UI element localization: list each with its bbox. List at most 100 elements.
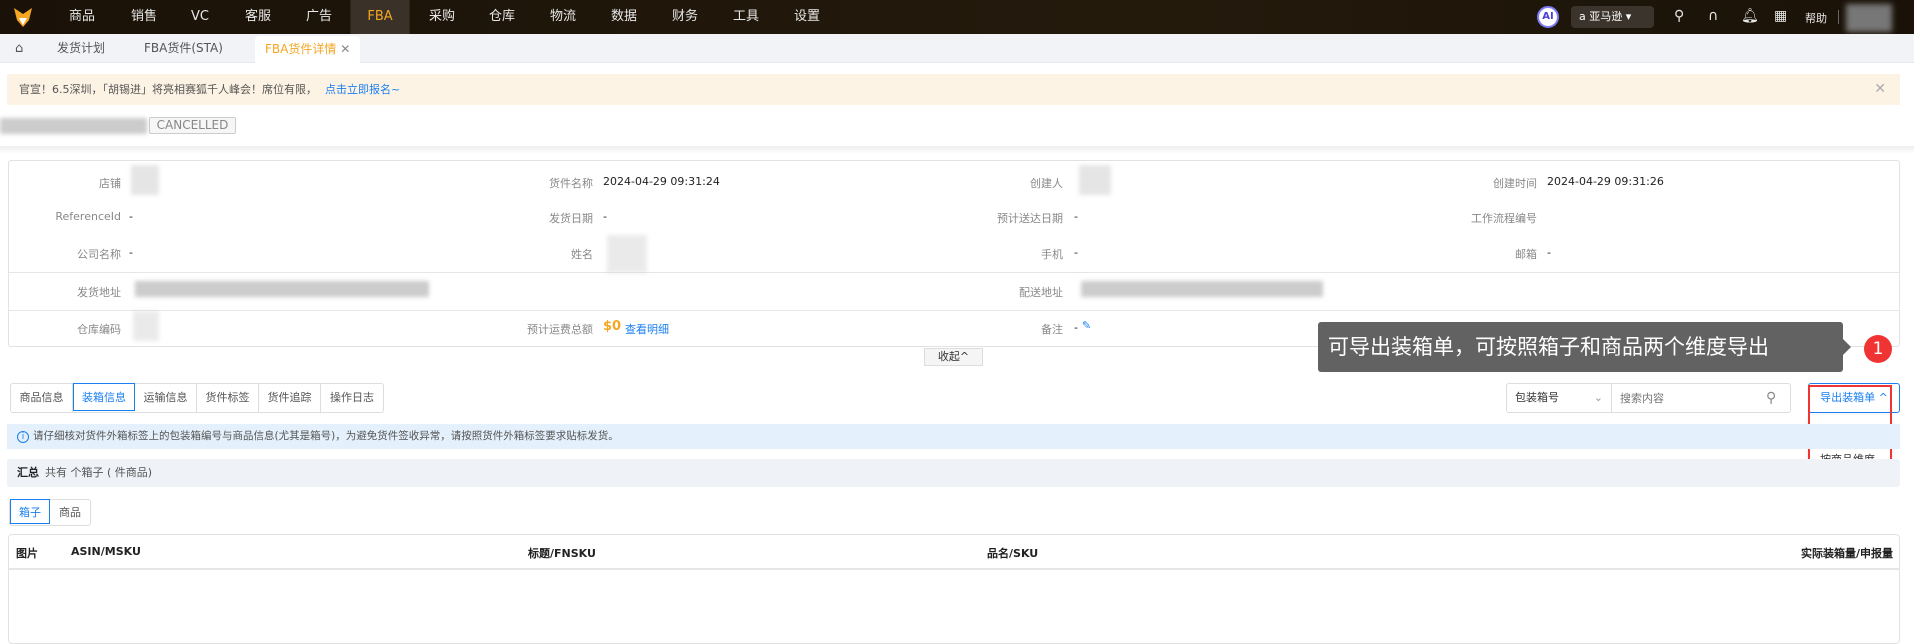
apps-grid-icon[interactable]: ▦: [1774, 8, 1787, 24]
workflow-label: 工作流程编号: [1471, 212, 1537, 225]
nav-item-settings[interactable]: 设置: [794, 0, 820, 34]
ship-date-value: -: [603, 210, 607, 223]
info-alert: i 请仔细核对货件外箱标签上的包装箱编号与商品信息(尤其是箱号)，为避免货件签收异…: [7, 424, 1900, 449]
tab-shipping-plan[interactable]: 发货计划: [57, 34, 105, 63]
summary-bar: 汇总 共有 个箱子 ( 件商品): [7, 459, 1900, 487]
collapse-button[interactable]: 收起^: [924, 348, 983, 366]
tab-products[interactable]: 商品: [50, 500, 90, 525]
phone-label: 手机: [1041, 248, 1063, 261]
home-icon[interactable]: ⌂: [15, 34, 23, 63]
view-details-link[interactable]: 查看明细: [625, 321, 669, 337]
announcement-banner: 官宣！6.5深圳，「胡锡进」将亮相赛狐千人峰会！席位有限， 点击立即报名~ ✕: [7, 74, 1900, 105]
info-text: 请仔细核对货件外箱标签上的包装箱编号与商品信息(尤其是箱号)，为避免货件签收异常…: [33, 430, 619, 442]
top-nav: 商品 销售 VC 客服 广告 FBA 采购 仓库 物流 数据 财务 工具 设置 …: [0, 0, 1914, 34]
tab-fba-shipment-detail[interactable]: FBA货件详情 ✕: [255, 36, 361, 63]
shipment-name-label: 货件名称: [549, 177, 593, 190]
tab-packing-info[interactable]: 装箱信息: [73, 383, 135, 411]
tab-product-info[interactable]: 商品信息: [11, 384, 73, 412]
nav-item-finance[interactable]: 财务: [672, 0, 698, 34]
name-value-redacted: [607, 235, 647, 273]
close-icon[interactable]: ✕: [340, 42, 350, 56]
help-link[interactable]: 帮助: [1805, 10, 1827, 26]
search-icon[interactable]: ⚲: [1674, 8, 1684, 24]
remark-value: -: [1074, 321, 1078, 334]
tab-boxes[interactable]: 箱子: [10, 499, 50, 524]
nav-item-fba[interactable]: FBA: [350, 0, 410, 34]
fee-label: 预计运费总额: [527, 323, 593, 336]
nav-item-warehouse[interactable]: 仓库: [489, 0, 515, 34]
summary-text: 共有 个箱子 ( 件商品): [45, 466, 153, 479]
column-header-name-sku: 品名/SKU: [987, 547, 1039, 560]
column-header-image: 图片: [16, 547, 38, 560]
nav-item-data[interactable]: 数据: [611, 0, 637, 34]
search-input[interactable]: [1612, 384, 1766, 412]
shipment-details-panel: 店铺 货件名称 2024-04-29 09:31:24 创建人 创建时间 202…: [8, 160, 1900, 347]
avatar[interactable]: [1846, 4, 1892, 32]
company-label: 公司名称: [77, 248, 121, 261]
divider: [9, 310, 1899, 311]
shipment-name-value: 2024-04-29 09:31:24: [603, 175, 720, 188]
store-label: 店铺: [99, 177, 121, 190]
page-tabs-bar: ⌂ 发货计划 FBA货件(STA) FBA货件详情 ✕: [0, 34, 1914, 63]
ship-date-label: 发货日期: [549, 212, 593, 225]
headset-icon[interactable]: ∩: [1708, 8, 1718, 24]
boxes-table: 图片 ASIN/MSKU 标题/FNSKU 品名/SKU 实际装箱量/申报量: [8, 534, 1900, 644]
search-group: 包装箱号 ⌄ ⚲: [1506, 383, 1791, 413]
caret-down-icon: ▾: [1622, 10, 1632, 23]
reference-id-label: ReferenceId: [55, 210, 121, 223]
annotation-tooltip: 可导出装箱单，可按照箱子和商品两个维度导出: [1318, 322, 1851, 372]
eta-value: -: [1074, 210, 1078, 223]
status-badge: CANCELLED: [149, 117, 236, 134]
edit-icon[interactable]: ✎: [1082, 319, 1091, 332]
search-field-select[interactable]: 包装箱号 ⌄: [1507, 384, 1612, 412]
phone-value: -: [1074, 246, 1078, 259]
nav-item-vc[interactable]: VC: [191, 0, 209, 34]
nav-item-products[interactable]: 商品: [69, 0, 95, 34]
platform-label: 亚马逊: [1589, 10, 1623, 23]
step-badge: 1: [1864, 335, 1892, 363]
created-time-label: 创建时间: [1493, 177, 1537, 190]
tab-transport-info[interactable]: 运输信息: [135, 384, 197, 412]
ship-to-redacted: [1081, 281, 1323, 297]
tab-operation-log[interactable]: 操作日志: [321, 384, 383, 412]
select-value: 包装箱号: [1515, 391, 1559, 404]
remark-label: 备注: [1041, 323, 1063, 336]
close-icon[interactable]: ✕: [1874, 74, 1886, 105]
tab-shipment-tracking[interactable]: 货件追踪: [259, 384, 321, 412]
table-header: 图片 ASIN/MSKU 标题/FNSKU 品名/SKU 实际装箱量/申报量: [9, 535, 1899, 570]
amazon-icon: a: [1579, 10, 1590, 23]
fee-value: $0: [603, 319, 622, 334]
ai-button[interactable]: AI: [1537, 6, 1559, 28]
ship-from-redacted: [135, 281, 429, 297]
warehouse-code-label: 仓库编码: [77, 323, 121, 336]
nav-item-service[interactable]: 客服: [245, 0, 271, 34]
created-time-value: 2024-04-29 09:31:26: [1547, 175, 1664, 188]
eta-label: 预计送达日期: [997, 212, 1063, 225]
detail-tabs: 商品信息 装箱信息 运输信息 货件标签 货件追踪 操作日志: [10, 383, 384, 413]
warehouse-code-redacted: [133, 311, 159, 341]
tab-fba-shipment-sta[interactable]: FBA货件(STA): [144, 34, 223, 63]
info-icon: i: [17, 431, 29, 443]
creator-value-redacted: [1079, 165, 1111, 195]
fox-logo-icon[interactable]: [12, 6, 34, 28]
nav-item-tools[interactable]: 工具: [733, 0, 759, 34]
shipment-id-redacted: [0, 118, 147, 134]
nav-item-sales[interactable]: 销售: [131, 0, 157, 34]
creator-label: 创建人: [1030, 177, 1063, 190]
nav-item-ads[interactable]: 广告: [306, 0, 332, 34]
nav-item-logistics[interactable]: 物流: [550, 0, 576, 34]
reference-id-value: -: [129, 210, 133, 223]
divider: [1838, 10, 1839, 24]
register-link[interactable]: 点击立即报名~: [325, 83, 400, 96]
search-icon[interactable]: ⚲: [1766, 384, 1790, 412]
tab-shipment-labels[interactable]: 货件标签: [197, 384, 259, 412]
nav-item-purchase[interactable]: 采购: [429, 0, 455, 34]
platform-selector[interactable]: a 亚马逊 ▾: [1571, 6, 1654, 28]
banner-text: 官宣！6.5深圳，「胡锡进」将亮相赛狐千人峰会！席位有限，: [19, 83, 317, 96]
bell-icon[interactable]: 🔔︎: [1741, 8, 1759, 24]
ship-to-label: 配送地址: [1019, 286, 1063, 299]
summary-title: 汇总: [17, 466, 39, 479]
ship-from-label: 发货地址: [77, 286, 121, 299]
email-label: 邮箱: [1515, 248, 1537, 261]
company-value: -: [129, 246, 133, 259]
